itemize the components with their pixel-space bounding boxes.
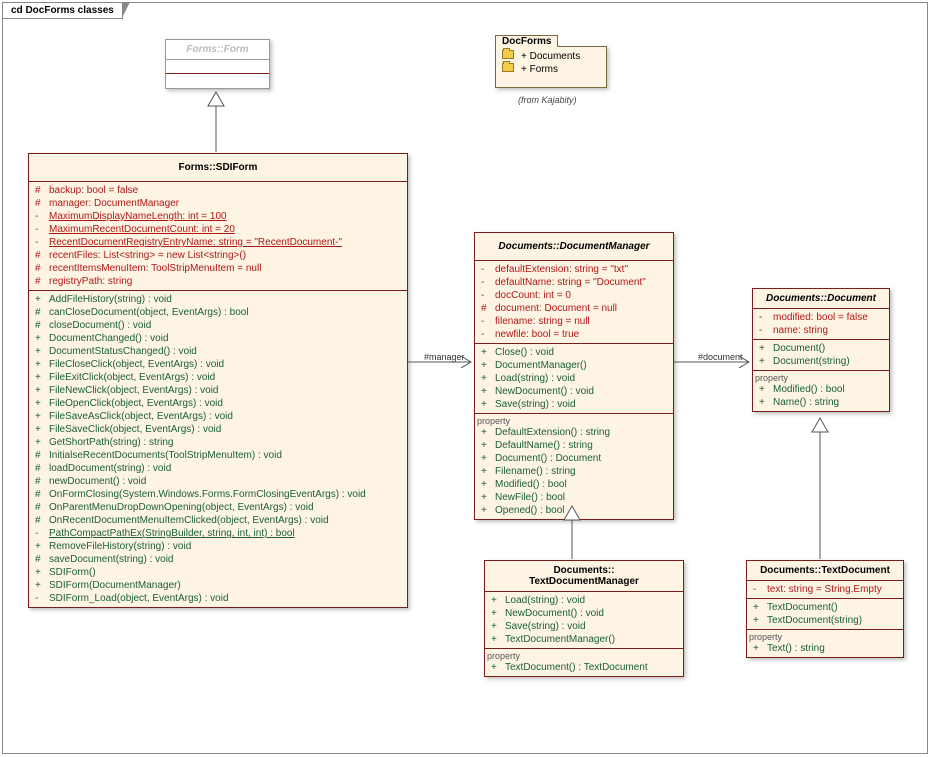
member-row: +SDIForm()	[35, 566, 401, 579]
member-row: +DocumentManager()	[481, 359, 667, 372]
member-row: #canCloseDocument(object, EventArgs) : b…	[35, 306, 401, 319]
member-row: +FileOpenClick(object, EventArgs) : void	[35, 397, 401, 410]
member-row: -text: string = String.Empty	[753, 583, 897, 596]
package-docforms: DocForms + Documents + Forms	[495, 46, 607, 88]
member-row: +DefaultExtension() : string	[481, 426, 667, 439]
member-row: +Opened() : bool	[481, 504, 667, 517]
member-row: #manager: DocumentManager	[35, 197, 401, 210]
member-row: -SDIForm_Load(object, EventArgs) : void	[35, 592, 401, 605]
member-row: +Save(string) : void	[491, 620, 677, 633]
member-row: +Document(string)	[759, 355, 883, 368]
class-title: Forms::SDIForm	[29, 154, 407, 182]
member-row: #saveDocument(string) : void	[35, 553, 401, 566]
member-row: +NewDocument() : void	[491, 607, 677, 620]
property-label: property	[749, 632, 897, 642]
package-item: + Documents	[502, 50, 600, 63]
class-textdocument: Documents::TextDocument -text: string = …	[746, 560, 904, 658]
member-row: +TextDocument() : TextDocument	[491, 661, 677, 674]
package-tab: DocForms	[495, 35, 558, 47]
member-row: +FileSaveAsClick(object, EventArgs) : vo…	[35, 410, 401, 423]
member-row: #recentItemsMenuItem: ToolStripMenuItem …	[35, 262, 401, 275]
property-label: property	[755, 373, 883, 383]
property-label: property	[477, 416, 667, 426]
member-row: +GetShortPath(string) : string	[35, 436, 401, 449]
member-row: +AddFileHistory(string) : void	[35, 293, 401, 306]
member-row: +NewDocument() : void	[481, 385, 667, 398]
member-row: #OnFormClosing(System.Windows.Forms.Form…	[35, 488, 401, 501]
member-row: +FileCloseClick(object, EventArgs) : voi…	[35, 358, 401, 371]
member-row: -RecentDocumentRegistryEntryName: string…	[35, 236, 401, 249]
member-row: +TextDocumentManager()	[491, 633, 677, 646]
member-row: +Load(string) : void	[481, 372, 667, 385]
member-row: +SDIForm(DocumentManager)	[35, 579, 401, 592]
class-documentmanager: Documents::DocumentManager -defaultExten…	[474, 232, 674, 520]
class-document: Documents::Document -modified: bool = fa…	[752, 288, 890, 412]
member-row: +TextDocument(string)	[753, 614, 897, 627]
package-from-label: (from Kajabity)	[518, 95, 577, 105]
member-row: +Name() : string	[759, 396, 883, 409]
role-document-label: #document	[698, 352, 743, 362]
member-row: #closeDocument() : void	[35, 319, 401, 332]
member-row: #recentFiles: List<string> = new List<st…	[35, 249, 401, 262]
member-row: +FileExitClick(object, EventArgs) : void	[35, 371, 401, 384]
member-row: -defaultExtension: string = "txt"	[481, 263, 667, 276]
member-row: +FileSaveClick(object, EventArgs) : void	[35, 423, 401, 436]
member-row: +Document()	[759, 342, 883, 355]
member-row: #backup: bool = false	[35, 184, 401, 197]
member-row: +Save(string) : void	[481, 398, 667, 411]
package-item: + Forms	[502, 63, 600, 76]
member-row: #OnParentMenuDropDownOpening(object, Eve…	[35, 501, 401, 514]
member-row: -name: string	[759, 324, 883, 337]
class-sdiform: Forms::SDIForm #backup: bool = false#man…	[28, 153, 408, 608]
folder-icon	[502, 63, 514, 72]
role-manager-label: #manager	[424, 352, 465, 362]
member-row: +TextDocument()	[753, 601, 897, 614]
member-row: -newfile: bool = true	[481, 328, 667, 341]
member-row: #OnRecentDocumentMenuItemClicked(object,…	[35, 514, 401, 527]
member-row: #InitialseRecentDocuments(ToolStripMenuI…	[35, 449, 401, 462]
member-row: +Load(string) : void	[491, 594, 677, 607]
member-row: +RemoveFileHistory(string) : void	[35, 540, 401, 553]
class-title: Documents:: TextDocumentManager	[485, 561, 683, 592]
member-row: +Close() : void	[481, 346, 667, 359]
member-row: #newDocument() : void	[35, 475, 401, 488]
member-row: +Text() : string	[753, 642, 897, 655]
member-row: #loadDocument(string) : void	[35, 462, 401, 475]
member-row: #document: Document = null	[481, 302, 667, 315]
diagram-frame: cd DocForms classes Forms::Form DocForms…	[2, 2, 928, 754]
member-row: +Document() : Document	[481, 452, 667, 465]
member-row: +Filename() : string	[481, 465, 667, 478]
property-label: property	[487, 651, 677, 661]
class-title: Documents::DocumentManager	[475, 233, 673, 261]
member-row: +NewFile() : bool	[481, 491, 667, 504]
member-row: +Modified() : bool	[481, 478, 667, 491]
member-row: -docCount: int = 0	[481, 289, 667, 302]
class-textdocumentmanager: Documents:: TextDocumentManager +Load(st…	[484, 560, 684, 677]
class-title: Documents::TextDocument	[747, 561, 903, 581]
member-row: -filename: string = null	[481, 315, 667, 328]
member-row: -modified: bool = false	[759, 311, 883, 324]
member-row: +DocumentChanged() : void	[35, 332, 401, 345]
class-forms-form: Forms::Form	[165, 39, 270, 89]
member-row: +FileNewClick(object, EventArgs) : void	[35, 384, 401, 397]
member-row: -PathCompactPathEx(StringBuilder, string…	[35, 527, 401, 540]
member-row: -MaximumRecentDocumentCount: int = 20	[35, 223, 401, 236]
member-row: +Modified() : bool	[759, 383, 883, 396]
folder-icon	[502, 50, 514, 59]
diagram-title: cd DocForms classes	[11, 5, 114, 16]
member-row: -MaximumDisplayNameLength: int = 100	[35, 210, 401, 223]
member-row: +DefaultName() : string	[481, 439, 667, 452]
member-row: #registryPath: string	[35, 275, 401, 288]
member-row: -defaultName: string = "Document"	[481, 276, 667, 289]
member-row: +DocumentStatusChanged() : void	[35, 345, 401, 358]
diagram-title-tab: cd DocForms classes	[2, 2, 123, 19]
class-title: Forms::Form	[166, 40, 269, 60]
class-title: Documents::Document	[753, 289, 889, 309]
